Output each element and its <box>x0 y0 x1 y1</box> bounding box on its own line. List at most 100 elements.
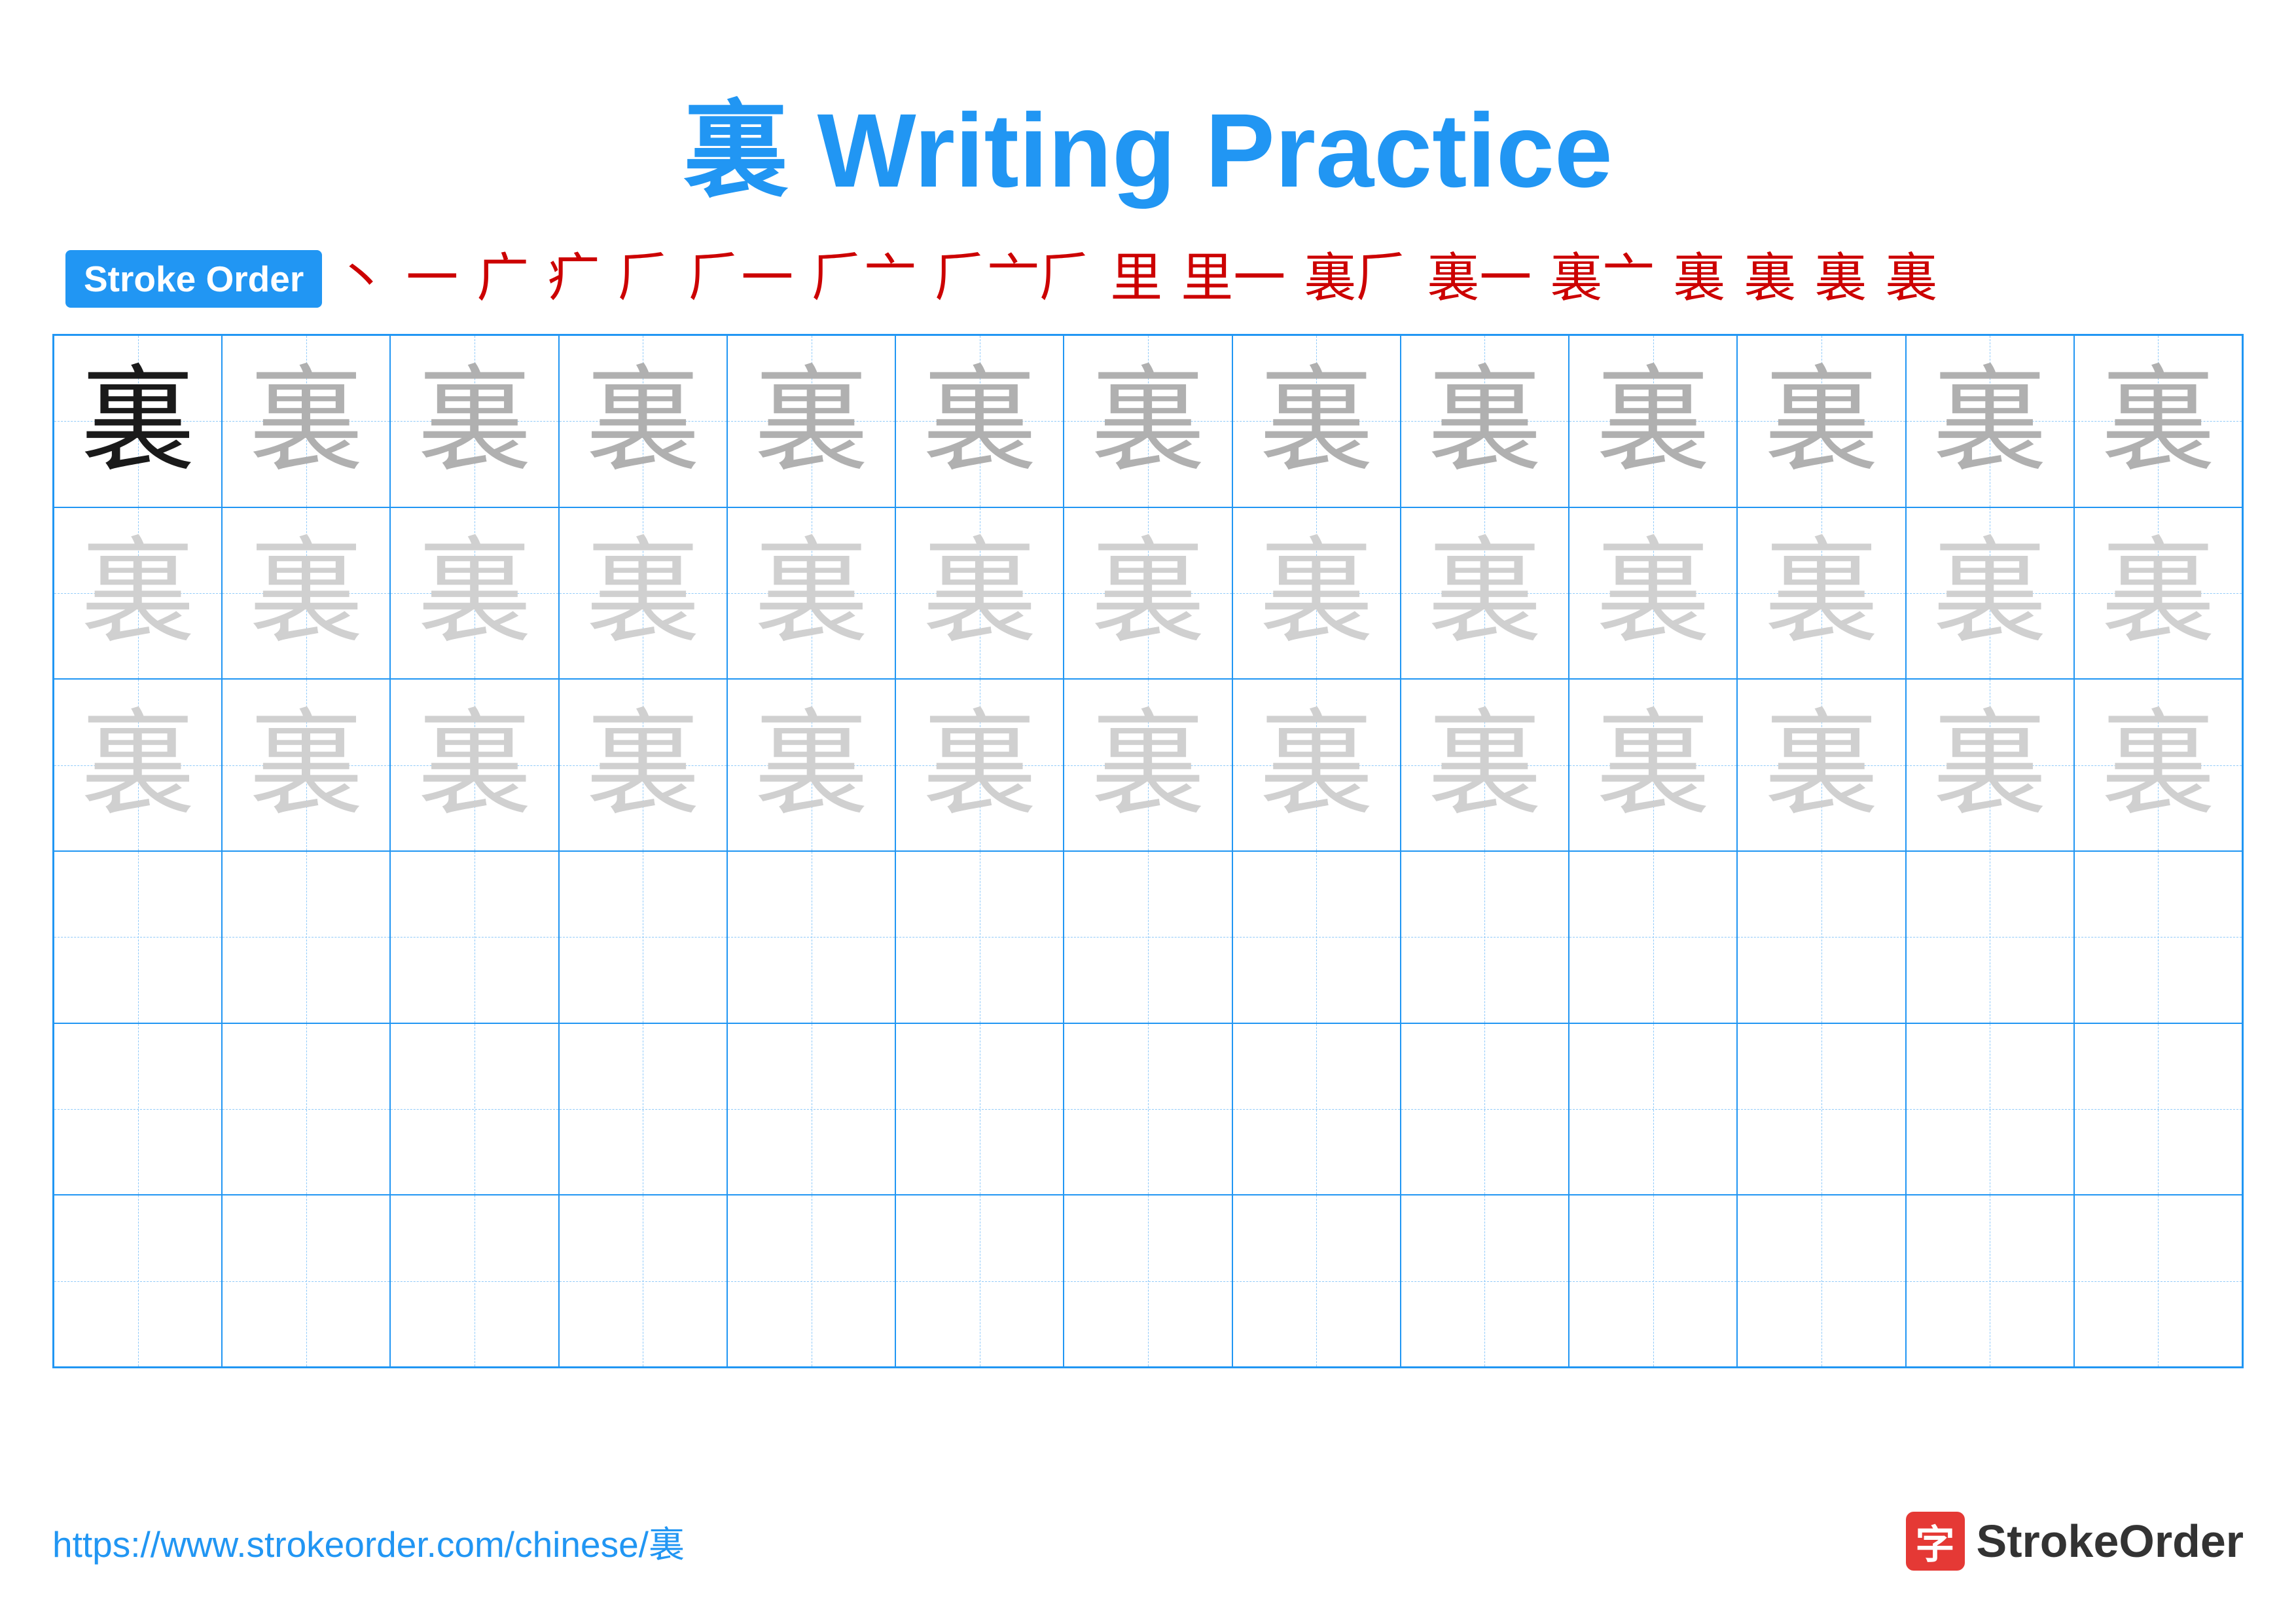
grid-cell[interactable]: 裏 <box>895 679 1064 851</box>
stroke-16: 裏 <box>1814 253 1867 305</box>
grid-cell[interactable]: 裏 <box>1569 679 1737 851</box>
cell-character: 裏 <box>1090 364 1205 479</box>
grid-cell[interactable] <box>222 1195 390 1367</box>
grid-cell[interactable] <box>895 1023 1064 1195</box>
grid-cell[interactable]: 裏 <box>222 679 390 851</box>
page: 裏 Writing Practice Stroke Order 丶 一 广 疒 … <box>0 0 2296 1623</box>
stroke-1: 丶 <box>335 253 387 305</box>
grid-cell[interactable] <box>390 1195 558 1367</box>
grid-cell[interactable]: 裏 <box>559 507 727 680</box>
footer-logo: 字 StrokeOrder <box>1906 1512 2244 1571</box>
title-char: 裏 <box>683 92 788 209</box>
grid-cell[interactable] <box>1569 851 1737 1023</box>
cell-character: 裏 <box>1764 536 1878 650</box>
grid-cell[interactable]: 裏 <box>390 679 558 851</box>
cell-character: 裏 <box>1933 536 2047 650</box>
grid-cell[interactable] <box>1401 1023 1569 1195</box>
grid-cell[interactable] <box>2074 1023 2242 1195</box>
grid-cell[interactable] <box>1906 1023 2074 1195</box>
grid-cell[interactable] <box>54 851 222 1023</box>
stroke-10: 里一 <box>1181 253 1285 305</box>
grid-cell[interactable]: 裏 <box>222 335 390 507</box>
stroke-11: 裏𠂆 <box>1304 253 1408 305</box>
grid-cell[interactable] <box>2074 851 2242 1023</box>
stroke-14: 裏 <box>1673 253 1725 305</box>
grid-cell[interactable]: 裏 <box>1569 507 1737 680</box>
grid-cell[interactable]: 裏 <box>727 335 895 507</box>
grid-cell[interactable] <box>727 1023 895 1195</box>
grid-cell[interactable] <box>895 851 1064 1023</box>
footer-url[interactable]: https://www.strokeorder.com/chinese/裏 <box>52 1515 685 1567</box>
grid-cell[interactable] <box>1401 1195 1569 1367</box>
grid-cell[interactable]: 裏 <box>1737 679 1905 851</box>
grid-cell[interactable]: 裏 <box>727 507 895 680</box>
grid-cell[interactable]: 裏 <box>1737 507 1905 680</box>
grid-cell[interactable] <box>1232 1023 1401 1195</box>
title-section: 裏 Writing Practice <box>52 65 2244 217</box>
grid-cell[interactable]: 裏 <box>222 507 390 680</box>
grid-cell[interactable] <box>1906 851 2074 1023</box>
stroke-4: 疒 <box>547 253 600 305</box>
grid-cell[interactable] <box>1569 1195 1737 1367</box>
cell-character: 裏 <box>2101 708 2215 822</box>
footer: https://www.strokeorder.com/chinese/裏 字 … <box>52 1512 2244 1571</box>
grid-cell[interactable] <box>390 1023 558 1195</box>
grid-cell[interactable] <box>1737 851 1905 1023</box>
grid-cell[interactable]: 裏 <box>54 679 222 851</box>
cell-character: 裏 <box>249 364 363 479</box>
logo-icon: 字 <box>1906 1512 1965 1571</box>
grid-cell[interactable]: 裏 <box>1401 507 1569 680</box>
grid-cell[interactable]: 裏 <box>390 335 558 507</box>
grid-cell[interactable]: 裏 <box>559 679 727 851</box>
grid-cell[interactable] <box>1401 851 1569 1023</box>
grid-cell[interactable]: 裏 <box>1064 507 1232 680</box>
grid-cell[interactable]: 裏 <box>727 679 895 851</box>
grid-cell[interactable] <box>1232 1195 1401 1367</box>
grid-cell[interactable]: 裏 <box>1064 335 1232 507</box>
grid-cell[interactable]: 裏 <box>2074 679 2242 851</box>
grid-cell[interactable] <box>222 851 390 1023</box>
grid-cell[interactable] <box>559 851 727 1023</box>
grid-cell[interactable]: 裏 <box>1906 335 2074 507</box>
grid-cell[interactable] <box>559 1023 727 1195</box>
grid-cell[interactable]: 裏 <box>895 335 1064 507</box>
grid-cell[interactable]: 裏 <box>54 335 222 507</box>
cell-character: 裏 <box>249 708 363 822</box>
stroke-15: 裏 <box>1744 253 1796 305</box>
grid-cell[interactable] <box>559 1195 727 1367</box>
grid-cell[interactable] <box>727 1195 895 1367</box>
grid-cell[interactable] <box>1232 851 1401 1023</box>
grid-cell[interactable] <box>1064 851 1232 1023</box>
grid-cell[interactable]: 裏 <box>559 335 727 507</box>
grid-cell[interactable] <box>1737 1195 1905 1367</box>
grid-cell[interactable] <box>1569 1023 1737 1195</box>
grid-cell[interactable] <box>1906 1195 2074 1367</box>
grid-cell[interactable]: 裏 <box>1232 335 1401 507</box>
grid-cell[interactable]: 裏 <box>1401 335 1569 507</box>
grid-cell[interactable]: 裏 <box>390 507 558 680</box>
grid-cell[interactable]: 裏 <box>2074 335 2242 507</box>
grid-cell[interactable] <box>54 1195 222 1367</box>
grid-cell[interactable]: 裏 <box>1064 679 1232 851</box>
grid-cell[interactable]: 裏 <box>1401 679 1569 851</box>
grid-cell[interactable] <box>1064 1023 1232 1195</box>
grid-cell[interactable]: 裏 <box>1906 507 2074 680</box>
grid-cell[interactable] <box>54 1023 222 1195</box>
grid-cell[interactable] <box>222 1023 390 1195</box>
grid-cell[interactable]: 裏 <box>1737 335 1905 507</box>
grid-cell[interactable]: 裏 <box>1232 507 1401 680</box>
grid-cell[interactable]: 裏 <box>895 507 1064 680</box>
grid-cell[interactable]: 裏 <box>1906 679 2074 851</box>
grid-cell[interactable]: 裏 <box>1232 679 1401 851</box>
grid-cell[interactable] <box>390 851 558 1023</box>
grid-cell[interactable] <box>727 851 895 1023</box>
grid-cell[interactable] <box>1064 1195 1232 1367</box>
grid-cell[interactable]: 裏 <box>2074 507 2242 680</box>
cell-character: 裏 <box>1427 536 1542 650</box>
grid-cell[interactable] <box>895 1195 1064 1367</box>
grid-cell[interactable]: 裏 <box>1569 335 1737 507</box>
grid-cell[interactable]: 裏 <box>54 507 222 680</box>
cell-character: 裏 <box>754 708 869 822</box>
grid-cell[interactable] <box>2074 1195 2242 1367</box>
grid-cell[interactable] <box>1737 1023 1905 1195</box>
